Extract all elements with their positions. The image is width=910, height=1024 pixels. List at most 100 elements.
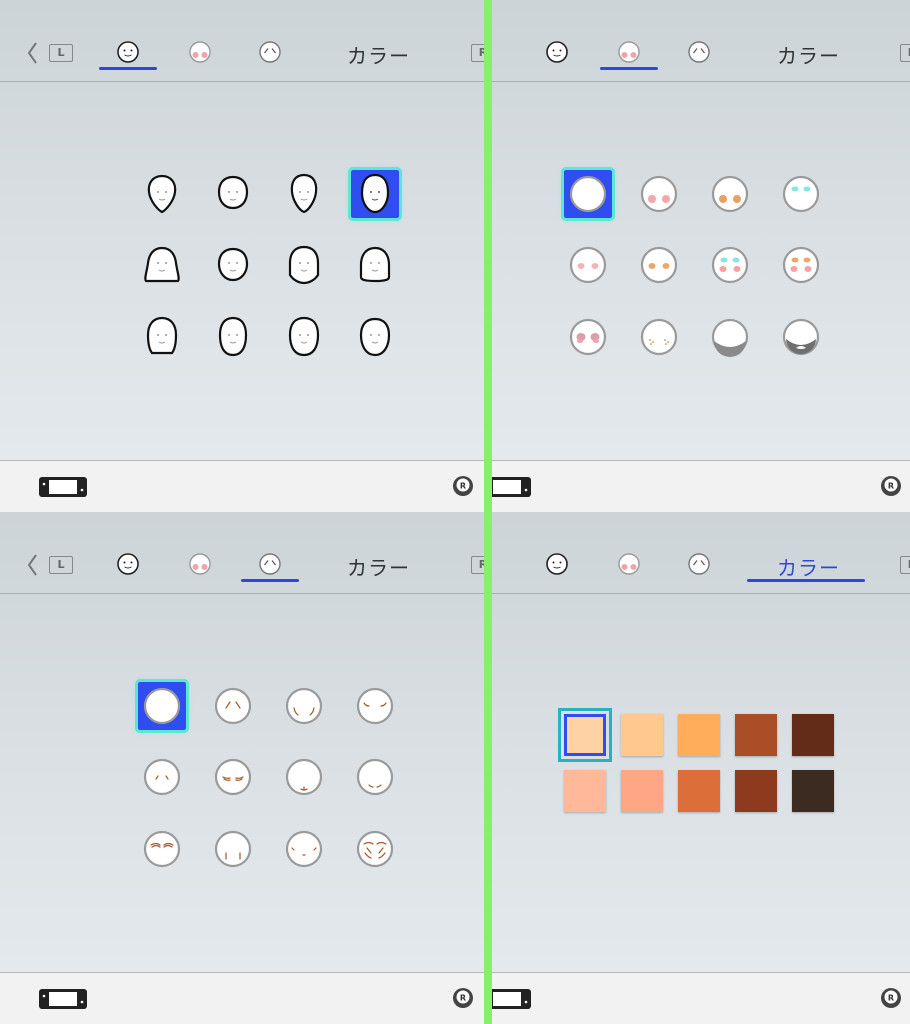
face-outline-icon (546, 553, 568, 575)
controller-footer: R (488, 972, 910, 1024)
r-button-hint: R (471, 44, 484, 62)
skin-color-swatch[interactable] (621, 770, 663, 812)
skin-color-swatch[interactable] (735, 714, 777, 756)
tab-makeup[interactable] (185, 549, 215, 579)
makeup-face-icon (640, 318, 678, 356)
makeup-face-icon (569, 175, 607, 213)
skin-color-swatch[interactable] (735, 770, 777, 812)
makeup-option[interactable] (706, 170, 754, 218)
skin-color-swatch[interactable] (564, 770, 606, 812)
face-shape-option[interactable] (280, 313, 328, 361)
wrinkle-option[interactable] (351, 753, 399, 801)
handheld-console-icon (39, 989, 87, 1009)
panel-4: カラー R R (488, 512, 910, 1024)
panel-3: L カラー R R (0, 512, 484, 1024)
wrinkle-option[interactable] (209, 825, 257, 873)
wrinkle-face-icon (285, 687, 323, 725)
makeup-option[interactable] (777, 241, 825, 289)
wrinkle-option[interactable] (351, 682, 399, 730)
wrinkle-face-icon (259, 41, 281, 63)
skin-color-swatch[interactable] (792, 770, 834, 812)
makeup-option[interactable] (706, 313, 754, 361)
face-shape-option[interactable] (138, 170, 186, 218)
face-shape-option[interactable] (348, 167, 402, 221)
makeup-option[interactable] (564, 313, 612, 361)
tab-color[interactable]: カラー (347, 40, 410, 69)
panel-1: L カラー R R (0, 0, 484, 512)
face-outline-icon (117, 553, 139, 575)
handheld-console-icon (488, 989, 531, 1009)
makeup-option[interactable] (706, 241, 754, 289)
wrinkle-face-icon (214, 758, 252, 796)
face-shape-option[interactable] (209, 241, 257, 289)
tab-makeup[interactable] (614, 549, 644, 579)
face-shape-option[interactable] (138, 241, 186, 289)
skin-color-swatch[interactable] (678, 770, 720, 812)
makeup-option[interactable] (777, 170, 825, 218)
makeup-option[interactable] (777, 313, 825, 361)
svg-text:R: R (888, 994, 894, 1003)
controller-footer: R (0, 972, 484, 1024)
skin-color-swatch[interactable] (621, 714, 663, 756)
face-shape-option[interactable] (351, 313, 399, 361)
face-outline-icon (546, 41, 568, 63)
tab-makeup[interactable] (185, 37, 215, 67)
controller-footer: R (488, 460, 910, 512)
wrinkle-option[interactable] (280, 825, 328, 873)
face-shape-icon (359, 246, 391, 283)
tab-wrinkles[interactable] (255, 37, 285, 67)
svg-text:R: R (888, 482, 894, 491)
makeup-face-icon (640, 175, 678, 213)
face-shape-icon (218, 316, 248, 357)
face-shape-option[interactable] (280, 241, 328, 289)
face-shape-option[interactable] (280, 170, 328, 218)
tab-color[interactable]: カラー (347, 552, 410, 581)
cheek-blush-icon (618, 41, 640, 63)
makeup-option[interactable] (561, 167, 615, 221)
wrinkle-option[interactable] (280, 682, 328, 730)
face-shape-option[interactable] (209, 313, 257, 361)
tab-face-shape[interactable] (542, 37, 572, 67)
makeup-face-icon (640, 246, 678, 284)
wrinkle-face-icon (688, 41, 710, 63)
wrinkle-option[interactable] (280, 753, 328, 801)
wrinkle-option[interactable] (135, 679, 189, 733)
skin-color-swatch[interactable] (558, 708, 612, 762)
makeup-face-icon (569, 318, 607, 356)
face-shape-icon (147, 174, 177, 214)
skin-color-swatch[interactable] (678, 714, 720, 756)
tab-face-shape[interactable] (113, 37, 143, 67)
panel-divider (484, 0, 492, 1024)
svg-text:R: R (460, 482, 466, 491)
tab-color[interactable]: カラー (777, 40, 840, 69)
r-button-hint: R (900, 44, 910, 62)
makeup-option[interactable] (564, 241, 612, 289)
tab-face-shape[interactable] (113, 549, 143, 579)
active-tab-underline (99, 67, 157, 70)
face-shape-icon (359, 317, 391, 357)
wrinkle-face-icon (259, 553, 281, 575)
tab-wrinkles[interactable] (684, 37, 714, 67)
wrinkle-face-icon (143, 830, 181, 868)
cheek-blush-icon (189, 553, 211, 575)
skin-color-swatch[interactable] (792, 714, 834, 756)
wrinkle-option[interactable] (351, 825, 399, 873)
face-shape-option[interactable] (138, 313, 186, 361)
tab-wrinkles[interactable] (255, 549, 285, 579)
tab-wrinkles[interactable] (684, 549, 714, 579)
cheek-blush-icon (618, 553, 640, 575)
face-shape-option[interactable] (351, 241, 399, 289)
wrinkle-option[interactable] (209, 753, 257, 801)
wrinkle-option[interactable] (209, 682, 257, 730)
tab-makeup[interactable] (614, 37, 644, 67)
face-shape-option[interactable] (209, 170, 257, 218)
active-tab-underline (747, 579, 865, 582)
wrinkle-option[interactable] (138, 825, 186, 873)
wrinkle-option[interactable] (138, 753, 186, 801)
makeup-option[interactable] (635, 313, 683, 361)
r-stick-icon: R (881, 988, 901, 1008)
tab-face-shape[interactable] (542, 549, 572, 579)
tab-color[interactable]: カラー (777, 552, 840, 581)
makeup-option[interactable] (635, 241, 683, 289)
makeup-option[interactable] (635, 170, 683, 218)
